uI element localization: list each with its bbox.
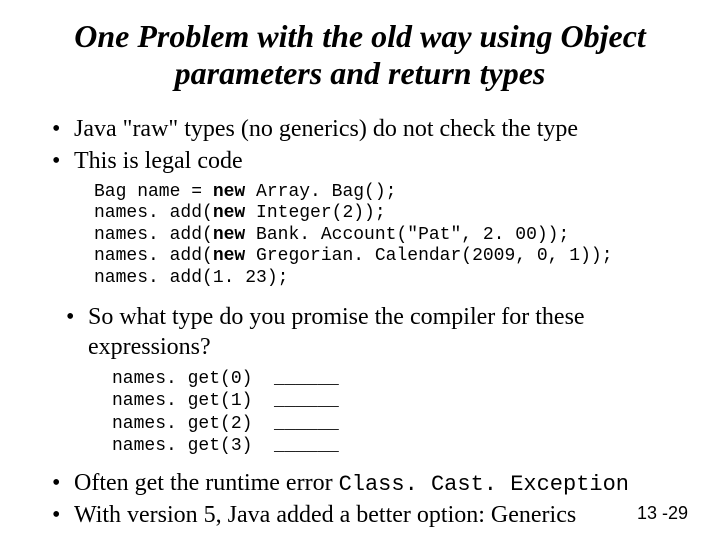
keyword-new: new <box>213 182 245 202</box>
code-line: names. add(new Gregorian. Calendar(2009,… <box>94 246 613 266</box>
code-line: names. add(new Bank. Account("Pat", 2. 0… <box>94 225 569 245</box>
code-line: names. get(3) ______ <box>112 436 339 456</box>
bullet-item: With version 5, Java added a better opti… <box>52 500 690 530</box>
bullet-list-2: So what type do you promise the compiler… <box>30 302 690 362</box>
slide: One Problem with the old way using Objec… <box>0 0 720 540</box>
bullet-item: Often get the runtime error Class. Cast.… <box>52 468 690 499</box>
inline-code: Class. Cast. Exception <box>339 472 629 497</box>
slide-title: One Problem with the old way using Objec… <box>30 18 690 92</box>
code-line: names. get(0) ______ <box>112 369 339 389</box>
code-block-1: Bag name = new Array. Bag(); names. add(… <box>94 182 690 290</box>
code-line: Bag name = new Array. Bag(); <box>94 182 396 202</box>
keyword-new: new <box>213 246 245 266</box>
keyword-new: new <box>213 203 245 223</box>
bullet-item: So what type do you promise the compiler… <box>66 302 690 362</box>
keyword-new: new <box>213 225 245 245</box>
code-line: names. get(2) ______ <box>112 414 339 434</box>
bullet-list-3: Often get the runtime error Class. Cast.… <box>30 468 690 531</box>
bullet-item: This is legal code <box>52 146 690 176</box>
code-block-2: names. get(0) ______ names. get(1) _____… <box>112 368 690 458</box>
code-line: names. add(new Integer(2)); <box>94 203 386 223</box>
bullet-list-1: Java "raw" types (no generics) do not ch… <box>30 114 690 176</box>
code-line: names. add(1. 23); <box>94 268 288 288</box>
bullet-item: Java "raw" types (no generics) do not ch… <box>52 114 690 144</box>
page-number: 13 -29 <box>637 503 688 524</box>
code-line: names. get(1) ______ <box>112 391 339 411</box>
